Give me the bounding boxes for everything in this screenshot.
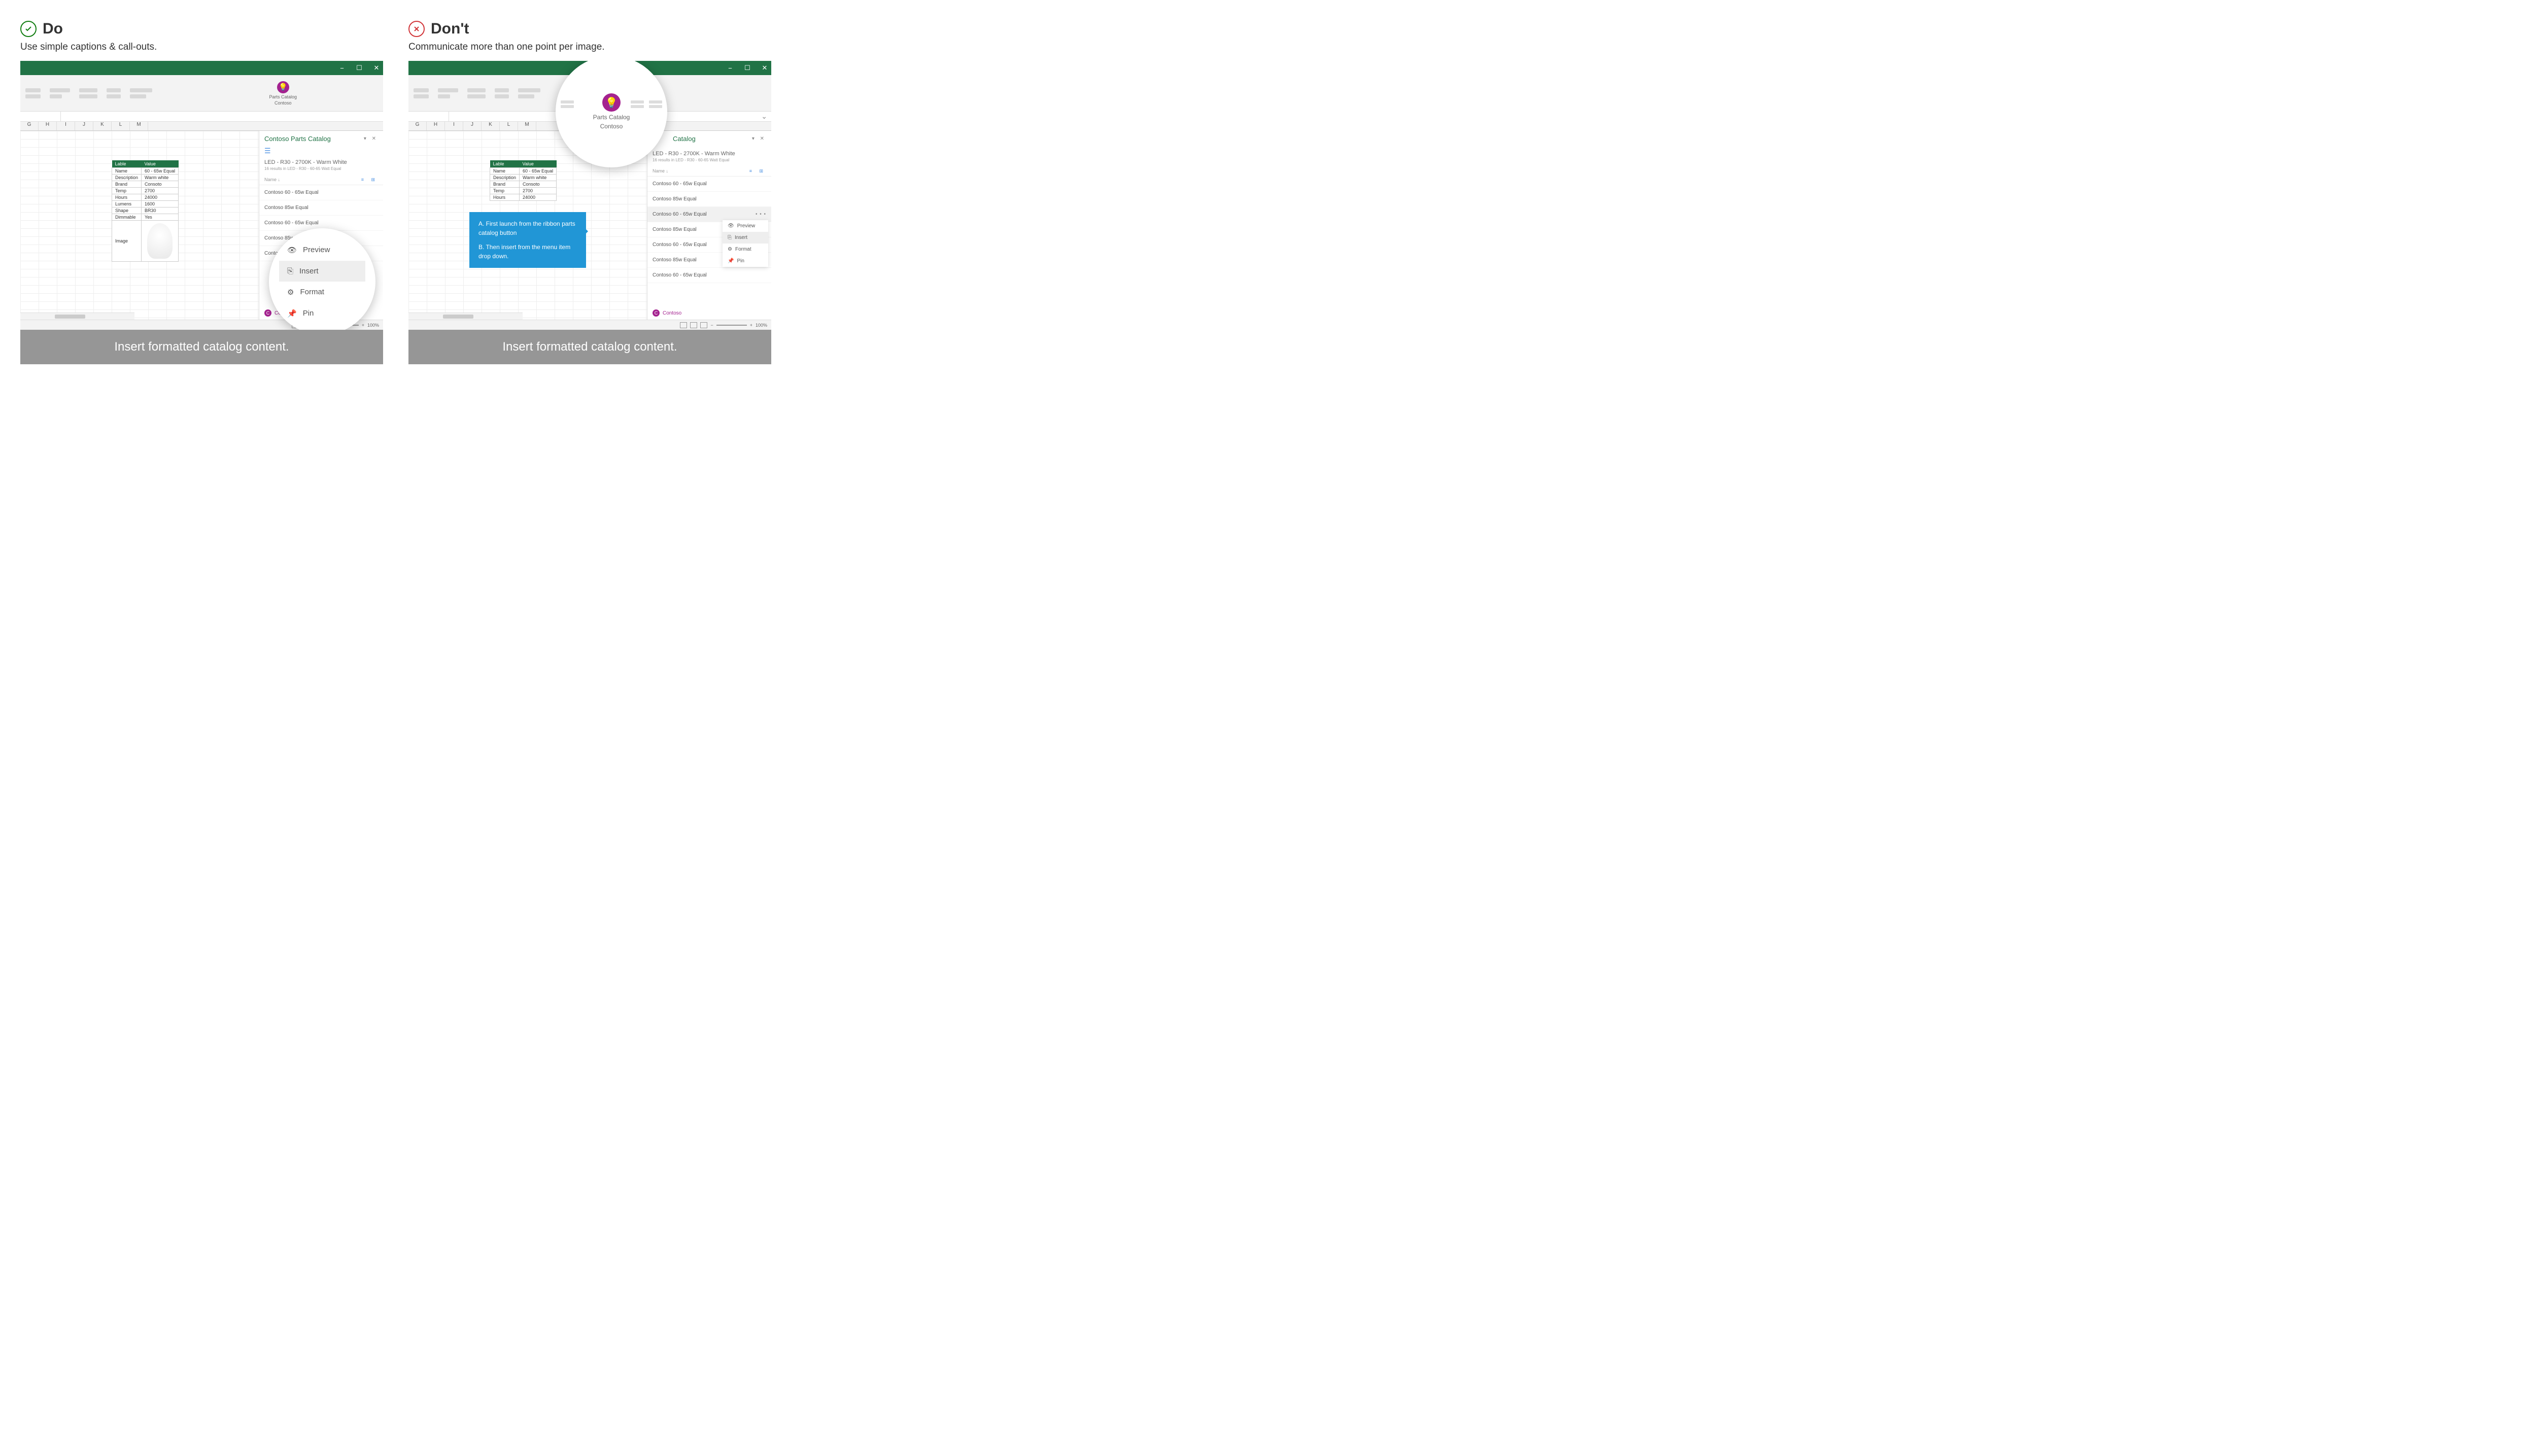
search-subtitle: 16 results in LED - R30 - 60-65 Watt Equ… — [259, 166, 383, 175]
horizontal-scrollbar[interactable] — [408, 313, 523, 320]
pin-icon: 📌 — [287, 309, 297, 318]
menu-preview[interactable]: 👁Preview — [723, 220, 768, 232]
eye-icon: 👁 — [728, 223, 734, 229]
minimize-icon[interactable]: − — [337, 64, 347, 72]
pane-controls[interactable]: ▾ ✕ — [752, 136, 766, 142]
data-table: LableValue Name60 - 65w Equal Descriptio… — [112, 160, 179, 262]
data-table: LableValue Name60 - 65w Equal Descriptio… — [490, 160, 557, 201]
search-title: LED - R30 - 2700K - Warm White — [259, 155, 383, 166]
pane-controls[interactable]: ▾ ✕ — [364, 136, 378, 142]
insert-icon: ⎘ — [728, 235, 732, 240]
dont-title: Don't — [431, 20, 469, 38]
maximize-icon[interactable]: ☐ — [355, 64, 364, 72]
ribbon-parts-catalog-button[interactable]: 💡 Parts Catalog Contoso — [269, 81, 297, 106]
bulb-icon: 💡 — [602, 93, 621, 112]
bulb-image — [147, 223, 173, 259]
pin-icon: 📌 — [728, 258, 734, 264]
avatar: C — [653, 309, 660, 317]
formula-bar[interactable] — [20, 112, 383, 122]
dont-caption: Insert formatted catalog content. — [408, 330, 771, 364]
worksheet[interactable]: LableValue Name60 - 65w Equal Descriptio… — [20, 131, 259, 320]
sliders-icon: ⚙ — [728, 247, 732, 252]
menu-pin[interactable]: 📌Pin — [723, 255, 768, 267]
menu-format[interactable]: ⚙Format — [279, 282, 365, 303]
menu-pin[interactable]: 📌Pin — [279, 303, 365, 324]
column-headers: G H I J K L M — [20, 122, 383, 131]
do-card: − ☐ ✕ 💡 Parts Catalog Contoso — [20, 61, 383, 364]
view-icons[interactable]: ≡ ⊞ — [361, 177, 378, 183]
horizontal-scrollbar[interactable] — [20, 313, 134, 320]
menu-insert[interactable]: ⎘Insert — [723, 232, 768, 244]
check-icon — [20, 21, 37, 37]
status-bar: − + 100% — [408, 320, 771, 330]
zoom-level[interactable]: 100% — [756, 323, 767, 328]
view-icons[interactable]: ≡ ⊞ — [749, 168, 766, 174]
list-item[interactable]: Contoso 60 - 65w Equal — [647, 268, 771, 283]
task-pane: Catalog ▾ ✕ LED - R30 - 2700K - Warm Whi… — [647, 131, 771, 320]
dont-screenshot: − ☐ ✕ ⌄ G H I J K L — [408, 61, 771, 330]
x-icon — [408, 21, 425, 37]
magnifier-ribbon: 💡 Parts Catalog Contoso — [556, 61, 667, 167]
maximize-icon[interactable]: ☐ — [743, 64, 752, 72]
dont-subtitle: Communicate more than one point per imag… — [408, 42, 771, 53]
view-layout-icon[interactable] — [690, 322, 697, 328]
menu-preview[interactable]: 👁Preview — [279, 239, 365, 261]
list-item[interactable]: Contoso 60 - 65w Equal — [647, 177, 771, 192]
close-icon[interactable]: ✕ — [760, 64, 769, 72]
search-title: LED - R30 - 2700K - Warm White — [647, 147, 771, 158]
search-subtitle: 16 results in LED - R30 - 60-65 Watt Equ… — [647, 158, 771, 166]
window-titlebar: − ☐ ✕ — [20, 61, 383, 75]
callout-step-b: B. Then insert from the menu item drop d… — [478, 242, 577, 261]
hamburger-icon[interactable]: ☰ — [259, 147, 383, 155]
do-screenshot: − ☐ ✕ 💡 Parts Catalog Contoso — [20, 61, 383, 330]
results-list: Contoso 60 - 65w Equal Contoso 85w Equal… — [647, 177, 771, 306]
magnifier-callout: 👁Preview ⎘Insert ⚙Format 📌Pin — [269, 228, 375, 330]
ribbon: 💡 Parts Catalog Contoso — [20, 75, 383, 112]
do-caption: Insert formatted catalog content. — [20, 330, 383, 364]
close-icon[interactable]: ✕ — [372, 64, 381, 72]
more-icon[interactable]: • • • — [756, 212, 766, 217]
sort-bar[interactable]: Name ↓ ≡ ⊞ — [259, 175, 383, 185]
eye-icon: 👁 — [287, 246, 297, 255]
list-item[interactable]: Contoso 85w Equal — [259, 200, 383, 216]
pane-title: Contoso Parts Catalog — [264, 135, 331, 143]
dont-column: Don't Communicate more than one point pe… — [408, 20, 771, 364]
zoom-slider[interactable] — [716, 325, 747, 326]
callout-step-a: A. First launch from the ribbon parts ca… — [478, 219, 577, 237]
list-item[interactable]: Contoso 85w Equal — [647, 192, 771, 207]
list-item[interactable]: Contoso 60 - 65w Equal — [259, 185, 383, 200]
do-column: Do Use simple captions & call-outs. − ☐ … — [20, 20, 383, 364]
view-break-icon[interactable] — [700, 322, 707, 328]
sort-bar[interactable]: Name ↓ ≡ ⊞ — [647, 166, 771, 177]
do-title: Do — [43, 20, 63, 38]
menu-format[interactable]: ⚙Format — [723, 244, 768, 255]
context-menu: 👁Preview ⎘Insert ⚙Format 📌Pin — [723, 220, 768, 267]
instruction-callout: A. First launch from the ribbon parts ca… — [469, 212, 586, 268]
context-menu: 👁Preview ⎘Insert ⚙Format 📌Pin — [269, 229, 375, 330]
pane-footer[interactable]: C Contoso — [647, 306, 771, 320]
view-normal-icon[interactable] — [680, 322, 687, 328]
sliders-icon: ⚙ — [287, 288, 294, 297]
menu-insert[interactable]: ⎘Insert — [279, 261, 365, 282]
do-subtitle: Use simple captions & call-outs. — [20, 42, 383, 53]
bulb-icon: 💡 — [277, 81, 289, 93]
minimize-icon[interactable]: − — [726, 64, 735, 72]
dont-card: − ☐ ✕ ⌄ G H I J K L — [408, 61, 771, 364]
insert-icon: ⎘ — [287, 267, 293, 275]
